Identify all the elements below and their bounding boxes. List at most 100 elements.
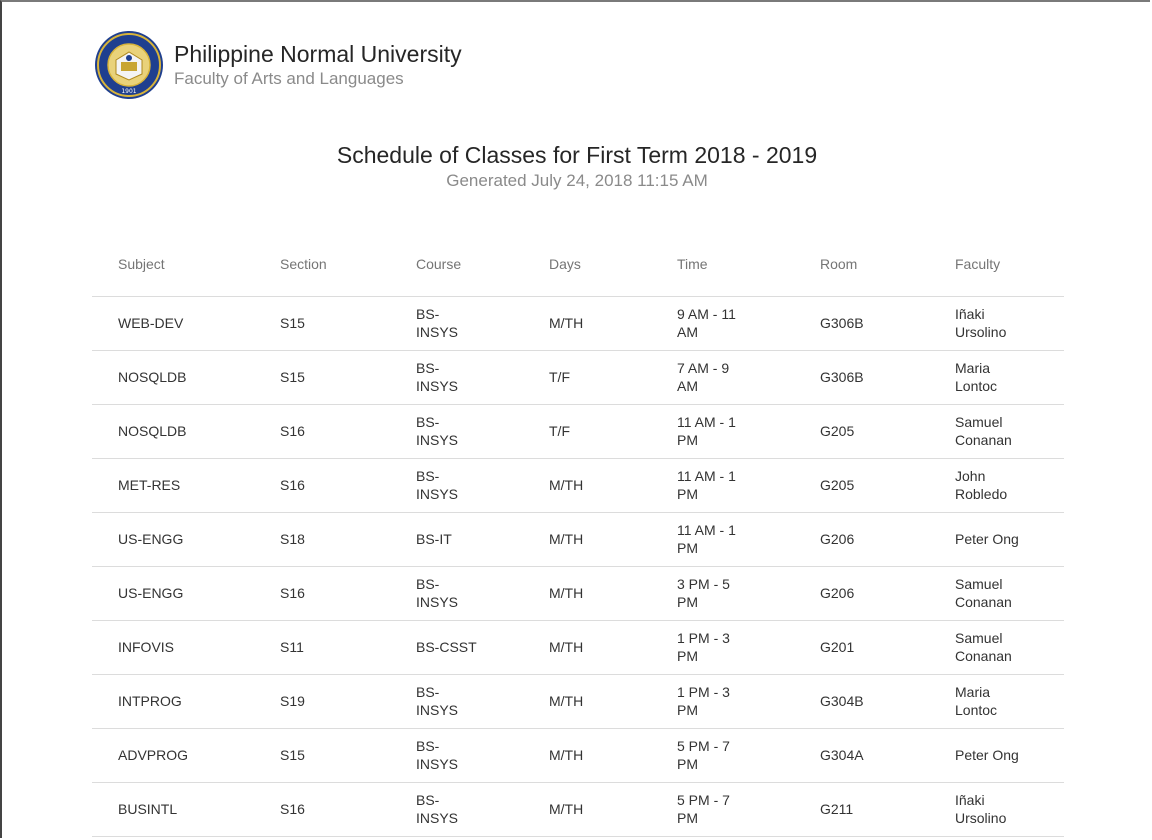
cell-section: S16 xyxy=(254,404,390,459)
table-row: NOSQLDB S16 BS-INSYS T/F 11 AM - 1 PM G2… xyxy=(92,404,1064,459)
cell-subject: MET-RES xyxy=(92,458,254,513)
table-row: MET-RES S16 BS-INSYS M/TH 11 AM - 1 PM G… xyxy=(92,458,1064,513)
generated-timestamp: Generated July 24, 2018 11:15 AM xyxy=(446,171,708,190)
cell-room: G306B xyxy=(794,350,929,405)
cell-days: T/F xyxy=(523,350,651,405)
cell-days: M/TH xyxy=(523,296,651,351)
cell-time-text: 11 AM - 1 PM xyxy=(677,414,736,448)
cell-course-text: BS-INSYS xyxy=(416,414,459,448)
cell-days: M/TH xyxy=(523,782,651,837)
org-text: Philippine Normal University Faculty of … xyxy=(174,40,462,90)
cell-time-text: 3 PM - 5 PM xyxy=(677,576,730,610)
cell-course: BS-INSYS xyxy=(390,404,523,459)
document-page: 1901 Philippine Normal University Facult… xyxy=(0,0,1150,838)
cell-time-text: 11 AM - 1 PM xyxy=(677,522,736,556)
cell-room: G206 xyxy=(794,512,929,567)
cell-time-text: 7 AM - 9 AM xyxy=(677,360,730,394)
cell-time-text: 5 PM - 7 PM xyxy=(677,738,730,772)
column-header-subject: Subject xyxy=(92,232,254,297)
cell-course: BS-INSYS xyxy=(390,674,523,729)
cell-time: 3 PM - 5 PM xyxy=(651,566,794,621)
cell-section: S15 xyxy=(254,296,390,351)
cell-section: S18 xyxy=(254,512,390,567)
cell-section: S15 xyxy=(254,350,390,405)
column-header-faculty: Faculty xyxy=(929,232,1064,297)
cell-time-text: 5 PM - 7 PM xyxy=(677,792,730,826)
cell-course-text: BS-INSYS xyxy=(416,576,459,610)
cell-days: T/F xyxy=(523,404,651,459)
university-name: Philippine Normal University xyxy=(174,41,462,67)
cell-faculty-text: John Robledo xyxy=(955,468,1008,502)
cell-course: BS-INSYS xyxy=(390,458,523,513)
table-row: US-ENGG S18 BS-IT M/TH 11 AM - 1 PM G206… xyxy=(92,512,1064,567)
table-header-row: Subject Section Course Days Time Room Fa… xyxy=(92,232,1064,297)
cell-subject: ADVPROG xyxy=(92,728,254,783)
cell-subject: US-ENGG xyxy=(92,512,254,567)
cell-room: G206 xyxy=(794,566,929,621)
cell-days: M/TH xyxy=(523,728,651,783)
seal-year: 1901 xyxy=(121,88,136,95)
cell-section: S19 xyxy=(254,674,390,729)
cell-course: BS-INSYS xyxy=(390,350,523,405)
cell-subject: BUSINTL xyxy=(92,782,254,837)
faculty-name: Faculty of Arts and Languages xyxy=(174,69,404,88)
cell-faculty-text: Peter Ong xyxy=(955,747,1019,763)
cell-room: G201 xyxy=(794,620,929,675)
cell-time: 11 AM - 1 PM xyxy=(651,512,794,567)
cell-faculty: Peter Ong xyxy=(929,512,1064,567)
cell-section: S16 xyxy=(254,458,390,513)
table-row: INTPROG S19 BS-INSYS M/TH 1 PM - 3 PM G3… xyxy=(92,674,1064,729)
column-header-course: Course xyxy=(390,232,523,297)
cell-course: BS-INSYS xyxy=(390,728,523,783)
cell-days: M/TH xyxy=(523,512,651,567)
cell-days: M/TH xyxy=(523,674,651,729)
cell-time: 1 PM - 3 PM xyxy=(651,674,794,729)
cell-course: BS-IT xyxy=(390,512,523,567)
cell-time-text: 1 PM - 3 PM xyxy=(677,630,730,664)
cell-course: BS-CSST xyxy=(390,620,523,675)
cell-subject: INFOVIS xyxy=(92,620,254,675)
cell-course: BS-INSYS xyxy=(390,566,523,621)
cell-faculty-text: Samuel Conanan xyxy=(955,630,1012,664)
cell-section: S11 xyxy=(254,620,390,675)
cell-section: S15 xyxy=(254,728,390,783)
university-seal-icon: 1901 xyxy=(95,31,163,99)
cell-time: 11 AM - 1 PM xyxy=(651,404,794,459)
cell-time: 7 AM - 9 AM xyxy=(651,350,794,405)
cell-faculty: Peter Ong xyxy=(929,728,1064,783)
cell-course-text: BS-INSYS xyxy=(416,684,459,718)
cell-course-text: BS-CSST xyxy=(416,639,477,655)
column-header-days: Days xyxy=(523,232,651,297)
cell-time-text: 9 AM - 11 AM xyxy=(677,306,736,340)
cell-time: 11 AM - 1 PM xyxy=(651,458,794,513)
cell-course: BS-INSYS xyxy=(390,782,523,837)
cell-time-text: 11 AM - 1 PM xyxy=(677,468,736,502)
cell-course-text: BS-INSYS xyxy=(416,738,459,772)
cell-room: G205 xyxy=(794,458,929,513)
cell-time: 5 PM - 7 PM xyxy=(651,782,794,837)
cell-course-text: BS-INSYS xyxy=(416,360,459,394)
cell-faculty-text: Samuel Conanan xyxy=(955,414,1012,448)
cell-faculty-text: Iñaki Ursolino xyxy=(955,792,1007,826)
table-row: ADVPROG S15 BS-INSYS M/TH 5 PM - 7 PM G3… xyxy=(92,728,1064,783)
cell-course-text: BS-IT xyxy=(416,531,452,547)
column-header-section: Section xyxy=(254,232,390,297)
table-row: NOSQLDB S15 BS-INSYS T/F 7 AM - 9 AM G30… xyxy=(92,350,1064,405)
cell-faculty: Iñaki Ursolino xyxy=(929,296,1064,351)
cell-days: M/TH xyxy=(523,458,651,513)
cell-course-text: BS-INSYS xyxy=(416,468,459,502)
cell-faculty-text: Iñaki Ursolino xyxy=(955,306,1007,340)
schedule-table: Subject Section Course Days Time Room Fa… xyxy=(92,232,1064,837)
cell-faculty: Maria Lontoc xyxy=(929,350,1064,405)
cell-room: G306B xyxy=(794,296,929,351)
table-row: BUSINTL S16 BS-INSYS M/TH 5 PM - 7 PM G2… xyxy=(92,782,1064,837)
cell-subject: WEB-DEV xyxy=(92,296,254,351)
cell-time: 1 PM - 3 PM xyxy=(651,620,794,675)
cell-faculty-text: Peter Ong xyxy=(955,531,1019,547)
cell-faculty-text: Samuel Conanan xyxy=(955,576,1012,610)
column-header-time: Time xyxy=(651,232,794,297)
cell-section: S16 xyxy=(254,782,390,837)
cell-days: M/TH xyxy=(523,620,651,675)
cell-course: BS-INSYS xyxy=(390,296,523,351)
table-row: INFOVIS S11 BS-CSST M/TH 1 PM - 3 PM G20… xyxy=(92,620,1064,675)
